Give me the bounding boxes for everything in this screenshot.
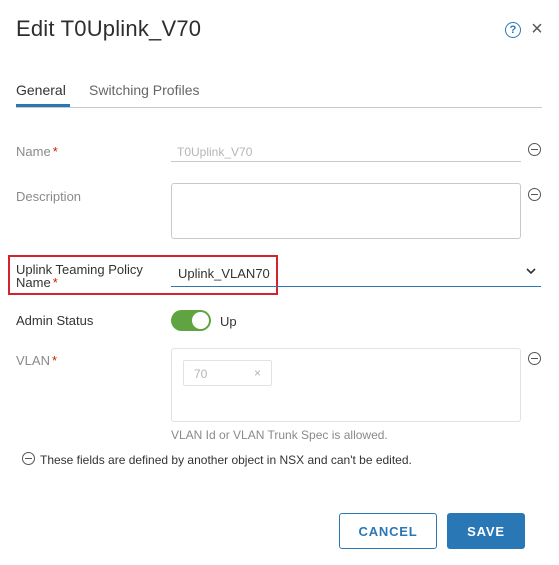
close-icon[interactable]: × xyxy=(529,18,545,40)
vlan-chip-value: 70 xyxy=(194,367,208,381)
locked-field-icon xyxy=(528,188,541,201)
toggle-knob xyxy=(192,312,209,329)
locked-field-icon xyxy=(22,452,35,465)
name-field: T0Uplink_V70 xyxy=(171,140,521,162)
tab-switching-profiles[interactable]: Switching Profiles xyxy=(89,82,200,98)
locked-field-icon xyxy=(528,352,541,365)
footnote-text: These fields are defined by another obje… xyxy=(40,453,412,467)
name-label: Name * xyxy=(16,144,58,159)
vlan-chip: 70 × xyxy=(183,360,272,386)
vlan-chip-remove-icon: × xyxy=(253,366,261,380)
help-icon[interactable]: ? xyxy=(505,22,521,38)
admin-status-toggle[interactable] xyxy=(171,310,211,331)
uplink-teaming-policy-select[interactable]: Uplink_VLAN70 xyxy=(171,263,541,287)
description-field[interactable] xyxy=(171,183,521,239)
vlan-field: 70 × xyxy=(171,348,521,422)
admin-status-label: Admin Status xyxy=(16,313,94,328)
chevron-down-icon xyxy=(526,268,536,275)
save-button[interactable]: SAVE xyxy=(447,513,525,549)
cancel-button[interactable]: CANCEL xyxy=(339,513,437,549)
vlan-label: VLAN * xyxy=(16,353,58,368)
tab-general[interactable]: General xyxy=(16,82,70,107)
description-label: Description xyxy=(16,189,82,204)
dialog-title: Edit T0Uplink_V70 xyxy=(16,16,202,41)
uplink-teaming-policy-label: Uplink Teaming Policy Name * xyxy=(16,262,143,290)
admin-status-value: Up xyxy=(220,314,237,329)
tab-bar: General Switching Profiles xyxy=(16,80,542,108)
uplink-teaming-policy-value: Uplink_VLAN70 xyxy=(178,266,270,281)
locked-field-icon xyxy=(528,143,541,156)
vlan-helper-text: VLAN Id or VLAN Trunk Spec is allowed. xyxy=(171,428,388,442)
